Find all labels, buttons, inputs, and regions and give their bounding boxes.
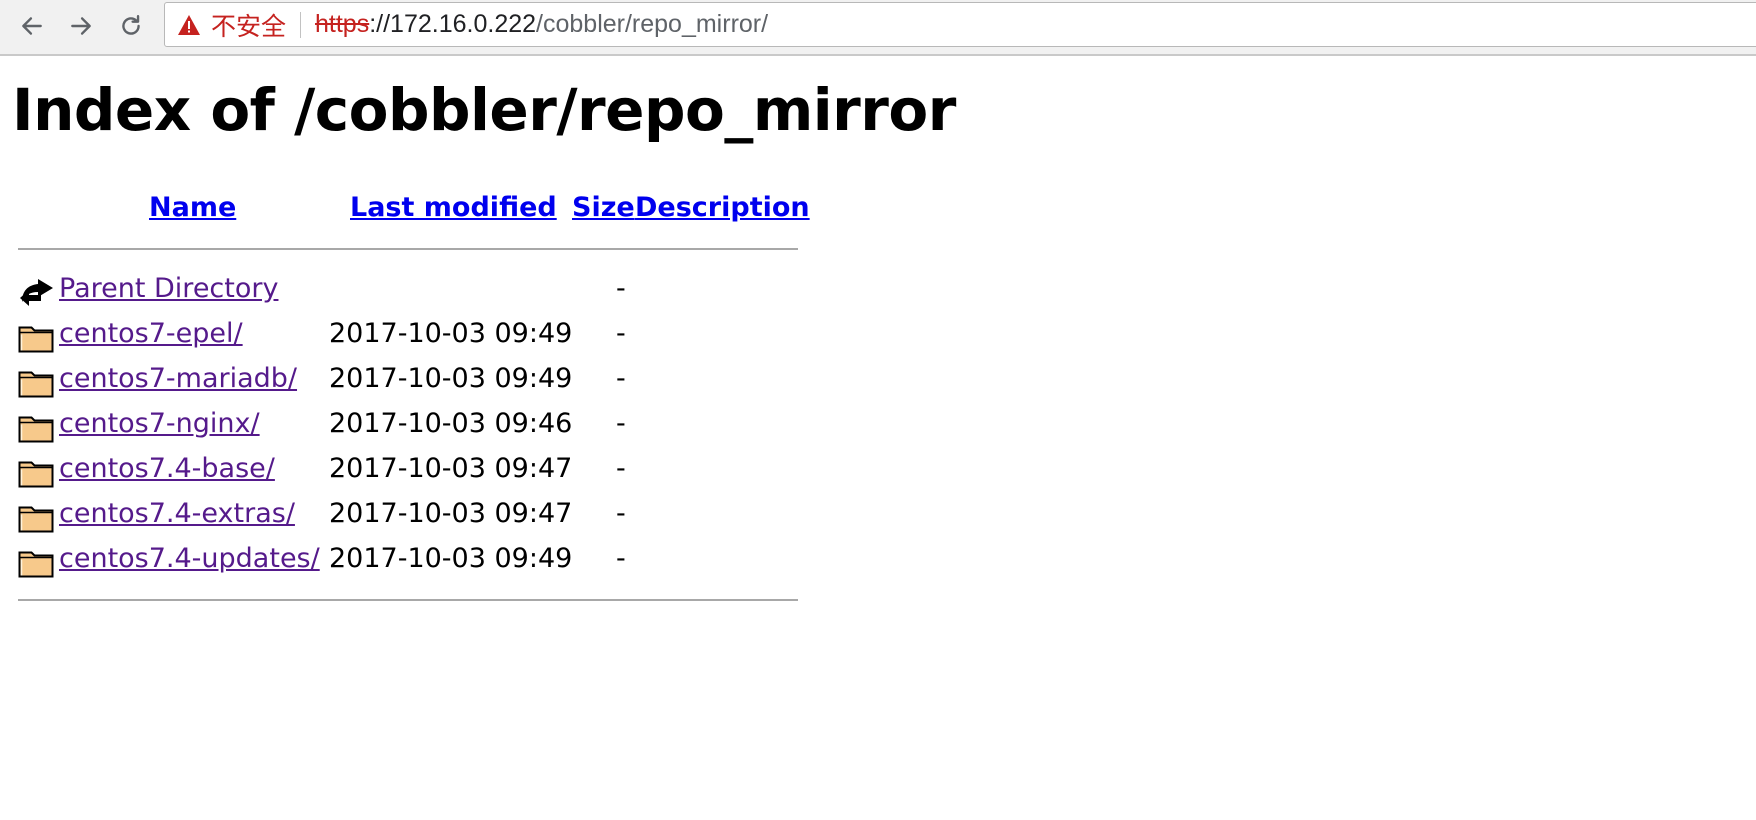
forward-button[interactable] — [64, 9, 98, 43]
file-size: - — [616, 543, 626, 574]
sort-by-modified-link[interactable]: Last modified — [350, 192, 557, 223]
folder-icon — [18, 546, 55, 579]
modified-date: 2017-10-03 09:49 — [329, 363, 573, 394]
table-row: centos7-nginx/2017-10-03 09:46 - — [18, 405, 798, 450]
sort-by-size-link[interactable]: Size — [572, 192, 635, 223]
file-size: - — [616, 363, 626, 394]
reload-icon — [122, 15, 140, 35]
table-row: Parent Directory - — [18, 270, 798, 315]
reload-button[interactable] — [114, 9, 148, 43]
file-size: - — [616, 273, 626, 304]
entry-link[interactable]: centos7-mariadb/ — [59, 363, 297, 394]
entry-link[interactable]: centos7.4-extras/ — [59, 498, 295, 529]
directory-listing: Name Last modified Size Description Pare… — [18, 186, 810, 601]
folder-icon — [18, 456, 55, 489]
modified-date: 2017-10-03 09:49 — [329, 543, 573, 574]
folder-icon — [18, 501, 55, 534]
folder-icon — [18, 411, 55, 444]
table-row: centos7-epel/2017-10-03 09:49 - — [18, 315, 798, 360]
footer-divider — [18, 599, 798, 601]
omnibox-divider — [300, 11, 302, 38]
url-host: ://172.16.0.222 — [369, 10, 537, 38]
file-size: - — [616, 453, 626, 484]
url-path: /cobbler/repo_mirror/ — [536, 10, 769, 38]
address-bar[interactable]: 不安全 https://172.16.0.222/cobbler/repo_mi… — [164, 2, 1756, 47]
listing-rows: Parent Directory - centos7-epel/2017-10-03… — [18, 270, 798, 585]
file-size: - — [616, 498, 626, 529]
arrow-left-icon — [22, 17, 42, 35]
arrow-right-icon — [71, 17, 91, 35]
warning-icon — [178, 14, 200, 35]
table-row: centos7.4-updates/2017-10-03 09:49 - — [18, 540, 798, 585]
modified-date: 2017-10-03 09:47 — [329, 453, 573, 484]
back-icon — [18, 276, 55, 309]
sort-by-name-link[interactable]: Name — [149, 192, 236, 223]
listing-header: Name Last modified Size Description — [18, 186, 810, 232]
page-title: Index of /cobbler/repo_mirror — [12, 76, 956, 144]
sort-by-description-link[interactable]: Description — [635, 192, 810, 223]
entry-link[interactable]: centos7.4-base/ — [59, 453, 275, 484]
entry-link[interactable]: Parent Directory — [59, 273, 278, 304]
table-row: centos7.4-base/2017-10-03 09:47 - — [18, 450, 798, 495]
entry-link[interactable]: centos7-epel/ — [59, 318, 243, 349]
file-size: - — [616, 318, 626, 349]
modified-date: 2017-10-03 09:49 — [329, 318, 573, 349]
modified-date: 2017-10-03 09:47 — [329, 498, 573, 529]
back-button[interactable] — [15, 9, 49, 43]
header-divider — [18, 248, 798, 250]
file-size: - — [616, 408, 626, 439]
table-row: centos7.4-extras/2017-10-03 09:47 - — [18, 495, 798, 540]
modified-date: 2017-10-03 09:46 — [329, 408, 573, 439]
entry-link[interactable]: centos7.4-updates/ — [59, 543, 320, 574]
folder-icon — [18, 321, 55, 354]
entry-link[interactable]: centos7-nginx/ — [59, 408, 260, 439]
security-status[interactable]: 不安全 — [211, 7, 286, 43]
browser-toolbar: 不安全 https://172.16.0.222/cobbler/repo_mi… — [0, 0, 1756, 56]
folder-icon — [18, 366, 55, 399]
table-row: centos7-mariadb/2017-10-03 09:49 - — [18, 360, 798, 405]
url-scheme: https — [315, 10, 370, 38]
